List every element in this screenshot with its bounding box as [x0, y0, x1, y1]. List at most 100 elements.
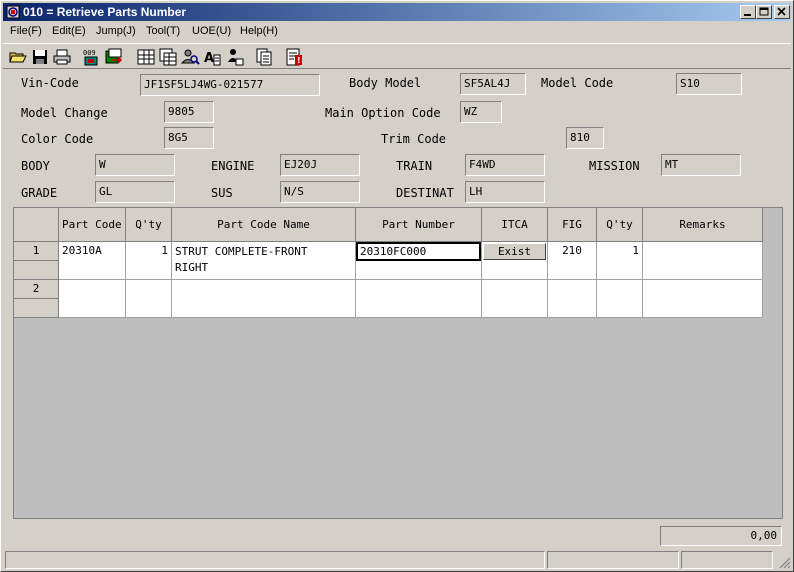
open-folder-icon[interactable]	[8, 47, 28, 67]
body-field[interactable]: W	[95, 154, 175, 176]
cell-itca[interactable]	[482, 280, 548, 318]
mission-label: MISSION	[589, 159, 640, 173]
table-row[interactable]: 1	[14, 242, 59, 280]
part-name-line-2: RIGHT	[175, 261, 209, 274]
cell-qty-2[interactable]	[597, 280, 643, 318]
cell-part-code-name[interactable]	[172, 280, 356, 318]
model-code-field[interactable]: S10	[676, 73, 742, 95]
header-part-code[interactable]: Part Code	[59, 208, 126, 242]
body-label: BODY	[21, 159, 50, 173]
title-bar[interactable]: 010 = Retrieve Parts Number	[3, 3, 791, 21]
user-search-icon[interactable]	[180, 47, 200, 67]
close-button[interactable]	[774, 5, 790, 19]
person-list-icon[interactable]	[224, 47, 244, 67]
body-model-label: Body Model	[349, 76, 422, 90]
header-part-number[interactable]: Part Number	[356, 208, 482, 242]
app-icon	[6, 5, 20, 19]
menu-edit[interactable]: Edit(E)	[52, 25, 86, 37]
svg-text:009: 009	[83, 49, 96, 57]
svg-text:A: A	[204, 51, 214, 66]
menu-bar: File(F) Edit(E) Jump(J) Tool(T) UOE(U) H…	[3, 23, 791, 41]
header-part-code-name[interactable]: Part Code Name	[172, 208, 356, 242]
body-model-field[interactable]: SF5AL4J	[460, 73, 526, 95]
cell-qty[interactable]	[126, 280, 172, 318]
status-panel-main	[5, 551, 545, 569]
header-fig[interactable]: FIG	[548, 208, 597, 242]
cell-part-code[interactable]	[59, 280, 126, 318]
trim-code-field[interactable]: 810	[566, 127, 604, 149]
menu-tool[interactable]: Tool(T)	[146, 25, 180, 37]
minimize-button[interactable]	[740, 5, 756, 19]
destinat-field[interactable]: LH	[465, 181, 545, 203]
cell-part-number[interactable]	[356, 280, 482, 318]
destinat-label: DESTINAT	[396, 186, 454, 200]
maximize-button[interactable]	[756, 5, 772, 19]
header-qty-2[interactable]: Q'ty	[597, 208, 643, 242]
window-title: 010 = Retrieve Parts Number	[23, 5, 187, 19]
part-number-editor[interactable]: 20310FC000	[356, 242, 481, 261]
cell-remarks[interactable]	[643, 280, 763, 318]
vin-search-icon[interactable]: 009	[82, 47, 102, 67]
engine-field[interactable]: EJ20J	[280, 154, 360, 176]
cell-fig[interactable]: 210	[548, 242, 597, 280]
cell-part-code[interactable]: 20310A	[59, 242, 126, 280]
menu-file[interactable]: File(F)	[10, 25, 42, 37]
cell-part-number[interactable]: 20310FC000	[356, 242, 482, 280]
cell-fig[interactable]	[548, 280, 597, 318]
grade-label: GRADE	[21, 186, 58, 200]
resize-grip-icon[interactable]	[777, 555, 791, 569]
cell-qty-2[interactable]: 1	[597, 242, 643, 280]
model-code-label: Model Code	[541, 76, 614, 90]
sus-field[interactable]: N/S	[280, 181, 360, 203]
header-itca[interactable]: ITCA	[482, 208, 548, 242]
document-alert-icon[interactable]: !	[284, 47, 304, 67]
cell-qty[interactable]: 1	[126, 242, 172, 280]
train-label: TRAIN	[396, 159, 433, 173]
itca-exist-button[interactable]: Exist	[483, 243, 546, 260]
row-number: 2	[14, 280, 58, 299]
mission-field[interactable]: MT	[661, 154, 741, 176]
text-search-icon[interactable]: A	[202, 47, 222, 67]
close-icon	[777, 7, 786, 16]
menu-jump[interactable]: Jump(J)	[96, 25, 136, 37]
main-option-code-label: Main Option Code	[325, 106, 441, 120]
status-panel-2	[547, 551, 679, 569]
parts-grid[interactable]: Part Code Q'ty Part Code Name Part Numbe…	[13, 207, 783, 519]
part-name-line-1: STRUT COMPLETE-FRONT	[175, 245, 308, 258]
export-icon[interactable]	[104, 47, 124, 67]
cell-remarks[interactable]	[643, 242, 763, 280]
save-icon[interactable]	[30, 47, 50, 67]
trim-code-label: Trim Code	[381, 132, 447, 146]
grade-field[interactable]: GL	[95, 181, 175, 203]
model-change-label: Model Change	[21, 106, 108, 120]
color-code-field[interactable]: 8G5	[164, 127, 214, 149]
header-qty[interactable]: Q'ty	[126, 208, 172, 242]
total-amount-field: 0,00	[660, 526, 782, 546]
maximize-icon	[759, 7, 769, 16]
engine-label: ENGINE	[211, 159, 255, 173]
menu-help[interactable]: Help(H)	[240, 25, 278, 37]
copy-table-icon[interactable]	[158, 47, 178, 67]
minimize-icon	[744, 14, 751, 16]
vin-code-field[interactable]: JF1SF5LJ4WG-021577	[140, 74, 320, 96]
sus-label: SUS	[211, 186, 233, 200]
toolbar: 009 A !	[3, 43, 791, 69]
main-option-code-field[interactable]: WZ	[460, 101, 502, 123]
color-code-label: Color Code	[21, 132, 94, 146]
table-row[interactable]: 2	[14, 280, 59, 318]
cell-itca: Exist	[482, 242, 548, 280]
table-icon[interactable]	[136, 47, 156, 67]
svg-text:!: !	[297, 56, 301, 65]
train-field[interactable]: F4WD	[465, 154, 545, 176]
status-panel-3	[681, 551, 773, 569]
cell-part-code-name[interactable]: STRUT COMPLETE-FRONT RIGHT	[172, 242, 356, 280]
document-copy-icon[interactable]	[254, 47, 274, 67]
model-change-field[interactable]: 9805	[164, 101, 214, 123]
main-window: 010 = Retrieve Parts Number File(F) Edit…	[0, 0, 794, 572]
row-number: 1	[14, 242, 58, 261]
vin-code-label: Vin-Code	[21, 76, 79, 90]
grid-corner-header[interactable]	[14, 208, 59, 242]
menu-uoe[interactable]: UOE(U)	[192, 25, 231, 37]
header-remarks[interactable]: Remarks	[643, 208, 763, 242]
print-icon[interactable]	[52, 47, 72, 67]
